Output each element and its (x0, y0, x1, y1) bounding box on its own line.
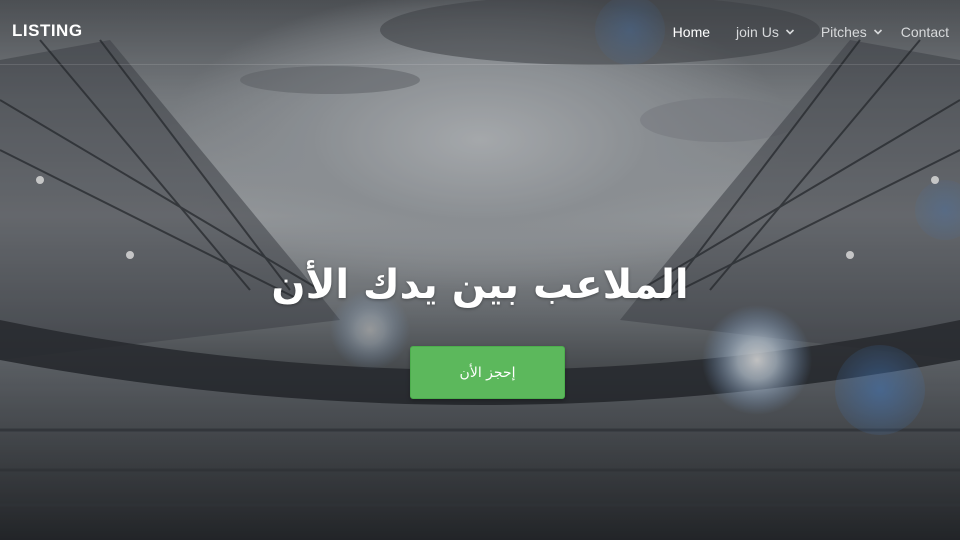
nav-item-label: join Us (736, 24, 779, 40)
nav-item-home[interactable]: Home (660, 0, 723, 64)
chevron-down-icon (873, 29, 882, 35)
hero-title: الملاعب بين يدك الأن (271, 262, 689, 308)
nav-item-contact[interactable]: Contact (896, 0, 960, 64)
navbar: LISTING Home join Us Pitches Contact (0, 0, 960, 65)
nav-item-join-us[interactable]: join Us (723, 0, 808, 64)
nav-item-label: Contact (900, 24, 949, 40)
brand-logo[interactable]: LISTING (12, 21, 83, 41)
nav-item-label: Pitches (820, 24, 867, 40)
nav-menu: Home join Us Pitches Contact (660, 0, 960, 64)
chevron-down-icon (785, 29, 794, 35)
nav-item-label: Home (672, 24, 711, 40)
book-now-button[interactable]: إحجز الأن (410, 346, 565, 399)
nav-item-pitches[interactable]: Pitches (808, 0, 896, 64)
